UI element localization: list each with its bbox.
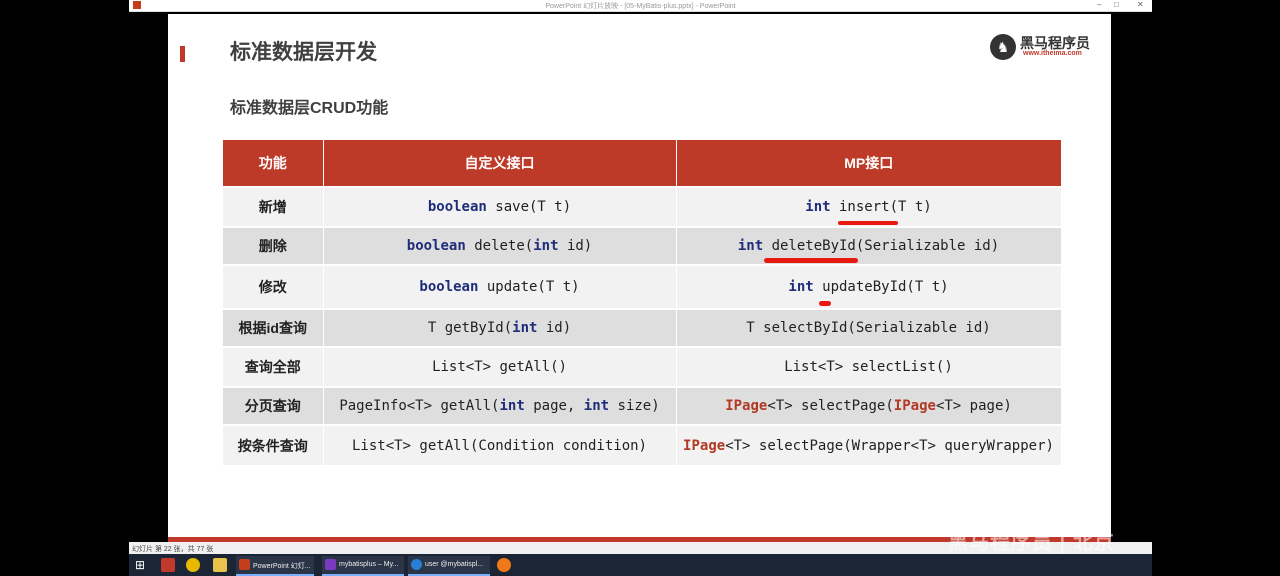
minimize-icon[interactable]: – [1097,0,1101,9]
chrome-icon[interactable] [186,558,200,572]
mp-interface-cell: int deleteById(Serializable id) [676,226,1062,265]
custom-interface-cell: PageInfo<T> getAll(int page, int size) [323,386,677,425]
function-cell: 新增 [223,186,324,227]
horse-logo-icon: ♞ [990,34,1016,60]
table-row: 查询全部 List<T> getAll() List<T> selectList() [223,346,1062,387]
powerpoint-app-icon [239,559,250,570]
slide: 标准数据层开发 ♞ 黑马程序员 www.itheima.com 标准数据层CRU… [168,14,1111,540]
folder-icon[interactable] [213,558,227,572]
custom-interface-cell: boolean update(T t) [323,264,677,309]
custom-interface-cell: boolean delete(int id) [323,226,677,265]
header-function: 功能 [223,140,324,187]
title-accent-bar [180,46,185,62]
app-icon-1[interactable] [161,558,175,572]
function-cell: 根据id查询 [223,308,324,347]
crud-table: 功能 自定义接口 MP接口 新增 boolean save(T t) int ins… [223,140,1062,465]
custom-interface-cell: boolean save(T t) [323,186,677,227]
header-custom-interface: 自定义接口 [323,140,677,187]
function-cell: 删除 [223,226,324,265]
mp-interface-cell: IPage<T> selectPage(Wrapper<T> queryWrap… [676,424,1062,465]
mp-interface-cell: IPage<T> selectPage(IPage<T> page) [676,386,1062,425]
table-row: 按条件查询 List<T> getAll(Condition condition)… [223,424,1062,465]
custom-interface-cell: T getById(int id) [323,308,677,347]
table-row: 根据id查询 T getById(int id) T selectById(Seri… [223,308,1062,347]
taskbar: ⊞ PowerPoint 幻灯... mybatisplus – My... u… [129,554,1152,576]
function-cell: 修改 [223,264,324,309]
custom-interface-cell: List<T> getAll() [323,346,677,387]
window-title: PowerPoint 幻灯片放映 - [05-MyBatis-plus.pptx… [545,3,736,10]
mp-interface-cell: List<T> selectList() [676,346,1062,387]
table-row: 分页查询 PageInfo<T> getAll(int page, int siz… [223,386,1062,425]
slide-subtitle: 标准数据层CRUD功能 [230,100,389,117]
function-cell: 查询全部 [223,346,324,387]
mp-interface-cell: int updateById(T t) [676,264,1062,309]
table-row: 新增 boolean save(T t) int insert(T t) [223,186,1062,227]
slide-title: 标准数据层开发 [230,41,377,64]
app-icon-orange[interactable] [497,558,511,572]
annotation-underline-deletebyid [764,258,858,263]
table-row: 删除 boolean delete(int id) int deleteById(S… [223,226,1062,265]
database-app-icon [411,559,422,570]
logo-url: www.itheima.com [1023,50,1082,57]
slide-counter: 幻灯片 第 22 张，共 77 张 [132,546,214,553]
custom-interface-cell: List<T> getAll(Condition condition) [323,424,677,465]
maximize-icon[interactable]: □ [1114,0,1119,9]
taskbar-app-database[interactable]: user @mybatispl... [408,556,490,576]
window-title-bar: PowerPoint 幻灯片放映 - [05-MyBatis-plus.pptx… [129,0,1152,12]
mp-interface-cell: T selectById(Serializable id) [676,308,1062,347]
function-cell: 分页查询 [223,386,324,425]
close-icon[interactable]: ✕ [1137,0,1144,9]
taskbar-app-powerpoint[interactable]: PowerPoint 幻灯... [236,556,314,576]
taskbar-app-intellij[interactable]: mybatisplus – My... [322,556,404,576]
watermark: 黑马程序员 | 北京 [948,532,1115,554]
function-cell: 按条件查询 [223,424,324,465]
table-header-row: 功能 自定义接口 MP接口 [223,140,1061,187]
table-row: 修改 boolean update(T t) int updateById(T t) [223,264,1062,309]
itheima-logo: ♞ 黑马程序员 www.itheima.com [990,33,1090,63]
annotation-dot-updatebyid [819,301,831,306]
intellij-app-icon [325,559,336,570]
annotation-underline-insert [838,221,898,225]
windows-start-icon[interactable]: ⊞ [135,558,149,572]
header-mp-interface: MP接口 [676,140,1061,187]
